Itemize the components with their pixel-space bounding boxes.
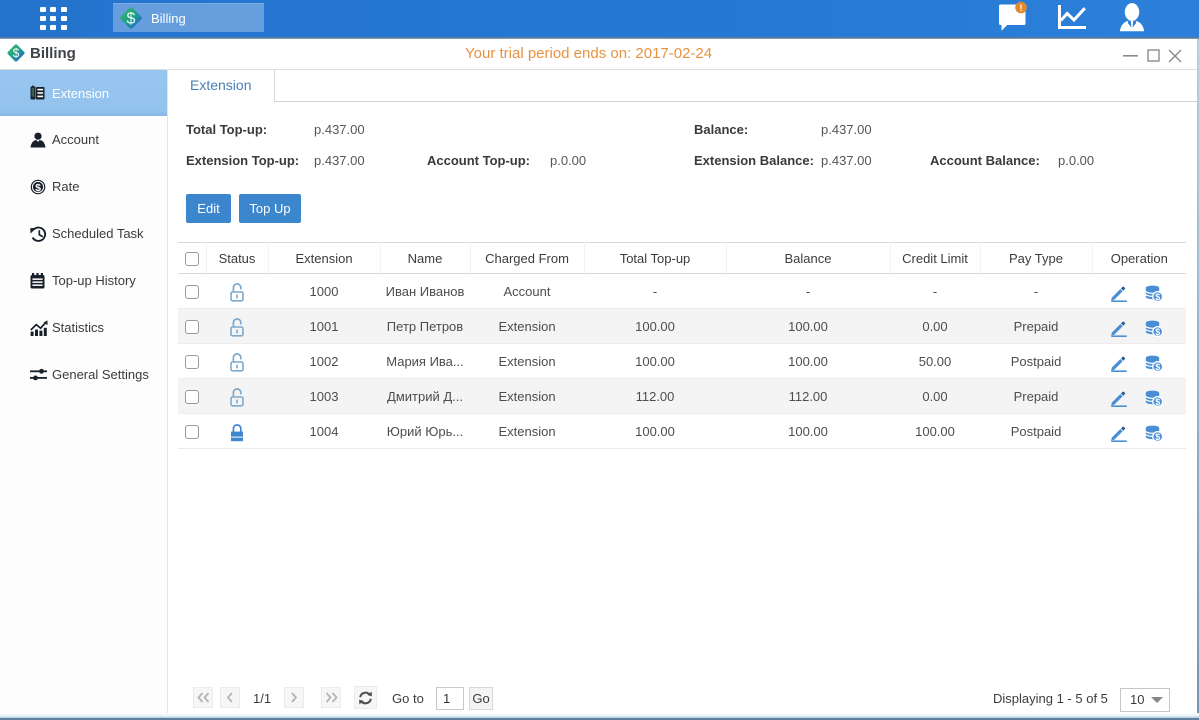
svg-text:$: $ [127,11,136,28]
svg-text:$: $ [1156,327,1161,337]
svg-text:$: $ [1156,292,1161,302]
svg-text:$: $ [35,182,41,194]
svg-text:$: $ [1156,432,1161,442]
svg-text:!: ! [1020,3,1023,13]
svg-text:$: $ [13,46,20,60]
svg-text:$: $ [1156,397,1161,407]
svg-text:$: $ [1156,362,1161,372]
